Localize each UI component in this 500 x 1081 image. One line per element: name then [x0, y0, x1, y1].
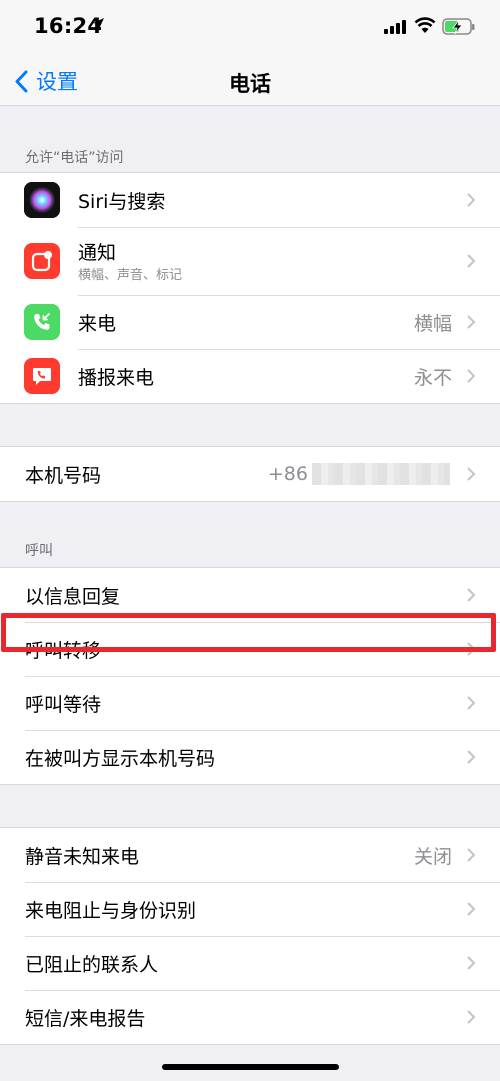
- notifications-row[interactable]: 通知 横幅、声音、标记: [0, 227, 500, 295]
- section-header-calls: 呼叫: [25, 543, 53, 559]
- calls-group: 以信息回复 呼叫转移 呼叫等待 在被叫方显示本机号码: [0, 567, 500, 785]
- chevron-right-icon: [467, 902, 476, 916]
- page-title: 电话: [229, 72, 271, 96]
- announce-calls-row[interactable]: 播报来电 永不: [0, 349, 500, 403]
- announce-calls-icon: [24, 358, 60, 394]
- wifi-icon: [414, 17, 436, 33]
- blocked-contacts-label: 已阻止的联系人: [25, 953, 159, 976]
- chevron-right-icon: [467, 1010, 476, 1024]
- incoming-calls-label: 来电: [78, 312, 117, 335]
- incoming-call-icon: [24, 304, 60, 340]
- show-caller-id-row[interactable]: 在被叫方显示本机号码: [0, 730, 500, 784]
- location-arrow-icon: [93, 18, 104, 29]
- notifications-label: 通知: [78, 242, 117, 264]
- incoming-calls-value: 横幅: [413, 312, 452, 335]
- sms-call-reporting-label: 短信/来电报告: [25, 1007, 146, 1030]
- chevron-right-icon: [467, 642, 476, 656]
- call-waiting-row[interactable]: 呼叫等待: [0, 676, 500, 730]
- my-number-prefix: +86: [267, 463, 308, 485]
- incoming-calls-row[interactable]: 来电 横幅: [0, 295, 500, 349]
- cellular-signal-icon: [384, 20, 406, 34]
- announce-calls-value: 永不: [413, 366, 452, 389]
- access-group: Siri与搜索 通知 横幅、声音、标记 来电 横幅 播报来电 永不: [0, 172, 500, 404]
- battery-charging-icon: [442, 18, 475, 35]
- chevron-right-icon: [467, 588, 476, 602]
- chevron-right-icon: [467, 956, 476, 970]
- redacted-phone-number: [312, 463, 450, 485]
- call-forwarding-row[interactable]: 呼叫转移: [0, 622, 500, 676]
- silence-unknown-callers-value: 关闭: [413, 845, 452, 868]
- siri-search-label: Siri与搜索: [78, 190, 166, 213]
- sms-call-reporting-row[interactable]: 短信/来电报告: [0, 990, 500, 1044]
- notifications-sublabel: 横幅、声音、标记: [78, 268, 183, 283]
- siri-search-row[interactable]: Siri与搜索: [0, 173, 500, 227]
- call-blocking-identification-row[interactable]: 来电阻止与身份识别: [0, 882, 500, 936]
- silence-unknown-callers-label: 静音未知来电: [25, 845, 140, 868]
- notifications-icon: [24, 243, 60, 279]
- chevron-right-icon: [467, 750, 476, 764]
- call-blocking-identification-label: 来电阻止与身份识别: [25, 899, 197, 922]
- respond-with-text-label: 以信息回复: [25, 585, 121, 608]
- silence-unknown-callers-row[interactable]: 静音未知来电 关闭: [0, 828, 500, 882]
- section-header-access: 允许“电话”访问: [25, 150, 124, 166]
- chevron-right-icon: [467, 848, 476, 862]
- my-number-group: 本机号码 +86: [0, 446, 500, 502]
- show-caller-id-label: 在被叫方显示本机号码: [25, 747, 216, 770]
- chevron-right-icon: [467, 193, 476, 207]
- navigation-bar: 设置 电话: [0, 56, 500, 106]
- blocked-contacts-row[interactable]: 已阻止的联系人: [0, 936, 500, 990]
- chevron-right-icon: [467, 315, 476, 329]
- blocking-group: 静音未知来电 关闭 来电阻止与身份识别 已阻止的联系人 短信/来电报告: [0, 827, 500, 1045]
- siri-icon: [24, 182, 60, 218]
- chevron-right-icon: [467, 254, 476, 268]
- chevron-right-icon: [467, 696, 476, 710]
- my-number-label: 本机号码: [25, 464, 102, 487]
- call-waiting-label: 呼叫等待: [25, 693, 102, 716]
- announce-calls-label: 播报来电: [78, 366, 155, 389]
- call-forwarding-label: 呼叫转移: [25, 639, 102, 662]
- home-indicator[interactable]: [162, 1064, 339, 1070]
- status-bar: 16:24: [0, 0, 500, 56]
- chevron-right-icon: [467, 369, 476, 383]
- chevron-right-icon: [467, 467, 476, 481]
- my-number-row[interactable]: 本机号码 +86: [0, 447, 500, 501]
- respond-with-text-row[interactable]: 以信息回复: [0, 568, 500, 622]
